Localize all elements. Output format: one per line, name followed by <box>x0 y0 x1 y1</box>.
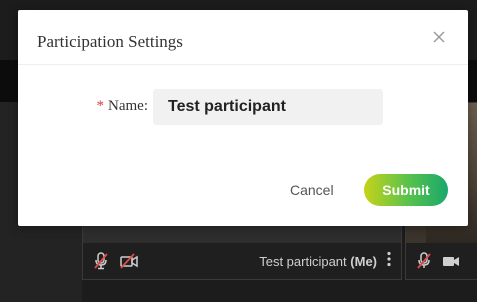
dialog-header: Participation Settings <box>18 10 468 65</box>
participation-settings-dialog: Participation Settings *Name: Cancel Sub… <box>18 10 468 226</box>
dialog-title: Participation Settings <box>37 32 183 51</box>
cancel-button[interactable]: Cancel <box>290 182 334 198</box>
required-marker: * <box>96 98 105 114</box>
submit-button[interactable]: Submit <box>364 174 448 206</box>
name-label: * Name: <box>96 98 148 114</box>
close-icon[interactable] <box>432 30 446 44</box>
name-form-row: * Name: <box>18 89 468 125</box>
name-input[interactable] <box>153 89 383 125</box>
